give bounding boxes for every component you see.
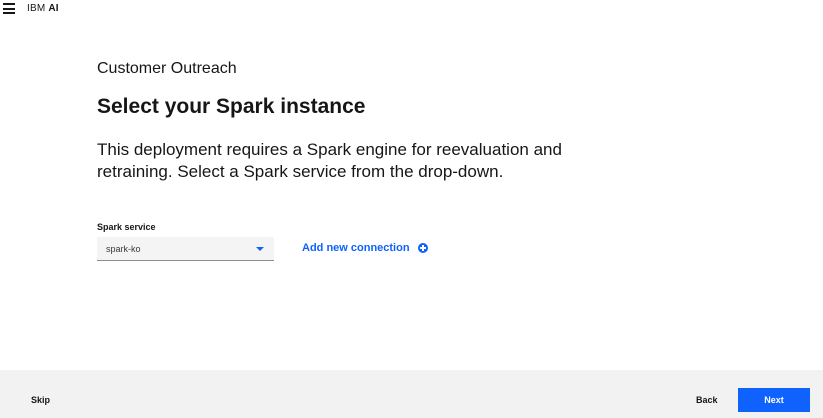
brand-prefix: IBM — [27, 3, 46, 14]
add-new-connection-link[interactable]: Add new connection — [302, 242, 428, 254]
page-description: This deployment requires a Spark engine … — [97, 140, 562, 181]
chevron-down-icon — [256, 247, 264, 251]
back-button[interactable]: Back — [696, 395, 718, 405]
project-name: Customer Outreach — [97, 60, 237, 77]
brand-name: IBM AI — [27, 3, 59, 14]
footer-bar: Skip Back Next — [0, 370, 823, 418]
add-circle-icon — [417, 243, 428, 253]
hamburger-menu-icon[interactable] — [3, 3, 15, 14]
page: IBM AI Customer Outreach Select your Spa… — [0, 0, 823, 418]
brand-suffix: AI — [48, 3, 59, 14]
spark-service-value: spark-ko — [106, 243, 141, 254]
spark-service-dropdown[interactable]: spark-ko — [97, 237, 274, 261]
skip-button[interactable]: Skip — [31, 395, 50, 405]
add-new-connection-label: Add new connection — [302, 242, 410, 254]
top-bar: IBM AI — [0, 0, 823, 20]
main-content: Customer Outreach Select your Spark inst… — [97, 60, 657, 183]
page-title: Select your Spark instance — [97, 95, 366, 118]
next-button[interactable]: Next — [738, 388, 810, 412]
spark-service-label: Spark service — [97, 222, 156, 232]
